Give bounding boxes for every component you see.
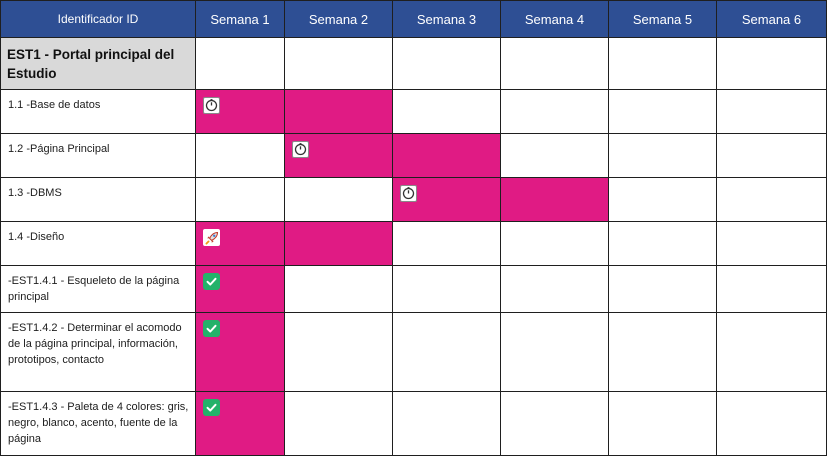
- empty-cell-week-6[interactable]: [716, 133, 827, 178]
- checkmark-icon: [203, 399, 220, 416]
- empty-cell-week-6[interactable]: [716, 89, 827, 134]
- task-row: 1.4 -Diseño: [0, 221, 827, 266]
- column-header-week-5: Semana 5: [608, 0, 717, 38]
- gantt-bar-cell-week-2[interactable]: [284, 133, 393, 178]
- empty-cell-week-1[interactable]: [195, 177, 285, 222]
- checkmark-icon: [203, 273, 220, 290]
- empty-cell-week-4[interactable]: [500, 221, 609, 266]
- gantt-bar-cell-week-2[interactable]: [284, 89, 393, 134]
- empty-cell-week-2[interactable]: [284, 37, 393, 90]
- empty-cell-week-5[interactable]: [608, 221, 717, 266]
- empty-cell-week-4[interactable]: [500, 391, 609, 456]
- task-label: 1.3 -DBMS: [0, 177, 196, 222]
- gantt-bar-cell-week-3[interactable]: [392, 177, 501, 222]
- empty-cell-week-5[interactable]: [608, 391, 717, 456]
- rocket-icon: [203, 229, 220, 246]
- gantt-body: EST1 - Portal principal del Estudio 1.1 -…: [0, 37, 827, 456]
- task-label: -EST1.4.3 - Paleta de 4 colores: gris, n…: [0, 391, 196, 456]
- empty-cell-week-4[interactable]: [500, 89, 609, 134]
- empty-cell-week-6[interactable]: [716, 221, 827, 266]
- gantt-bar-cell-week-4[interactable]: [500, 177, 609, 222]
- task-row: -EST1.4.3 - Paleta de 4 colores: gris, n…: [0, 391, 827, 456]
- gantt-bar-cell-week-1[interactable]: [195, 221, 285, 266]
- column-header-week-1: Semana 1: [195, 0, 285, 38]
- task-row: 1.3 -DBMS: [0, 177, 827, 222]
- timer-icon: [400, 185, 417, 202]
- empty-cell-week-2[interactable]: [284, 177, 393, 222]
- empty-cell-week-6[interactable]: [716, 265, 827, 313]
- gantt-bar-cell-week-1[interactable]: [195, 265, 285, 313]
- task-label: -EST1.4.2 - Determinar el acomodo de la …: [0, 312, 196, 392]
- header-row: Identificador ID Semana 1 Semana 2 Seman…: [0, 0, 827, 38]
- empty-cell-week-3[interactable]: [392, 221, 501, 266]
- column-header-id: Identificador ID: [0, 0, 196, 38]
- empty-cell-week-1[interactable]: [195, 37, 285, 90]
- task-row: 1.1 -Base de datos: [0, 89, 827, 134]
- task-label: 1.2 -Página Principal: [0, 133, 196, 178]
- timer-icon: [203, 97, 220, 114]
- empty-cell-week-3[interactable]: [392, 391, 501, 456]
- group-row: EST1 - Portal principal del Estudio: [0, 37, 827, 90]
- empty-cell-week-5[interactable]: [608, 89, 717, 134]
- empty-cell-week-2[interactable]: [284, 265, 393, 313]
- gantt-bar-cell-week-3[interactable]: [392, 133, 501, 178]
- timer-icon: [292, 141, 309, 158]
- gantt-table: Identificador ID Semana 1 Semana 2 Seman…: [0, 0, 827, 456]
- task-row: 1.2 -Página Principal: [0, 133, 827, 178]
- task-label: 1.4 -Diseño: [0, 221, 196, 266]
- column-header-week-3: Semana 3: [392, 0, 501, 38]
- empty-cell-week-3[interactable]: [392, 37, 501, 90]
- empty-cell-week-4[interactable]: [500, 312, 609, 392]
- empty-cell-week-3[interactable]: [392, 312, 501, 392]
- task-label: -EST1.4.1 - Esqueleto de la página princ…: [0, 265, 196, 313]
- empty-cell-week-1[interactable]: [195, 133, 285, 178]
- empty-cell-week-5[interactable]: [608, 312, 717, 392]
- empty-cell-week-6[interactable]: [716, 37, 827, 90]
- task-row: -EST1.4.2 - Determinar el acomodo de la …: [0, 312, 827, 392]
- empty-cell-week-2[interactable]: [284, 312, 393, 392]
- gantt-bar-cell-week-1[interactable]: [195, 312, 285, 392]
- empty-cell-week-5[interactable]: [608, 133, 717, 178]
- empty-cell-week-5[interactable]: [608, 177, 717, 222]
- empty-cell-week-5[interactable]: [608, 265, 717, 313]
- group-title: EST1 - Portal principal del Estudio: [0, 37, 196, 90]
- column-header-week-6: Semana 6: [716, 0, 827, 38]
- empty-cell-week-6[interactable]: [716, 177, 827, 222]
- empty-cell-week-2[interactable]: [284, 391, 393, 456]
- checkmark-icon: [203, 320, 220, 337]
- gantt-bar-cell-week-1[interactable]: [195, 391, 285, 456]
- gantt-bar-cell-week-2[interactable]: [284, 221, 393, 266]
- empty-cell-week-4[interactable]: [500, 133, 609, 178]
- task-label: 1.1 -Base de datos: [0, 89, 196, 134]
- empty-cell-week-4[interactable]: [500, 265, 609, 313]
- empty-cell-week-6[interactable]: [716, 312, 827, 392]
- empty-cell-week-4[interactable]: [500, 37, 609, 90]
- column-header-week-4: Semana 4: [500, 0, 609, 38]
- gantt-bar-cell-week-1[interactable]: [195, 89, 285, 134]
- column-header-week-2: Semana 2: [284, 0, 393, 38]
- task-row: -EST1.4.1 - Esqueleto de la página princ…: [0, 265, 827, 313]
- empty-cell-week-3[interactable]: [392, 265, 501, 313]
- empty-cell-week-5[interactable]: [608, 37, 717, 90]
- empty-cell-week-6[interactable]: [716, 391, 827, 456]
- empty-cell-week-3[interactable]: [392, 89, 501, 134]
